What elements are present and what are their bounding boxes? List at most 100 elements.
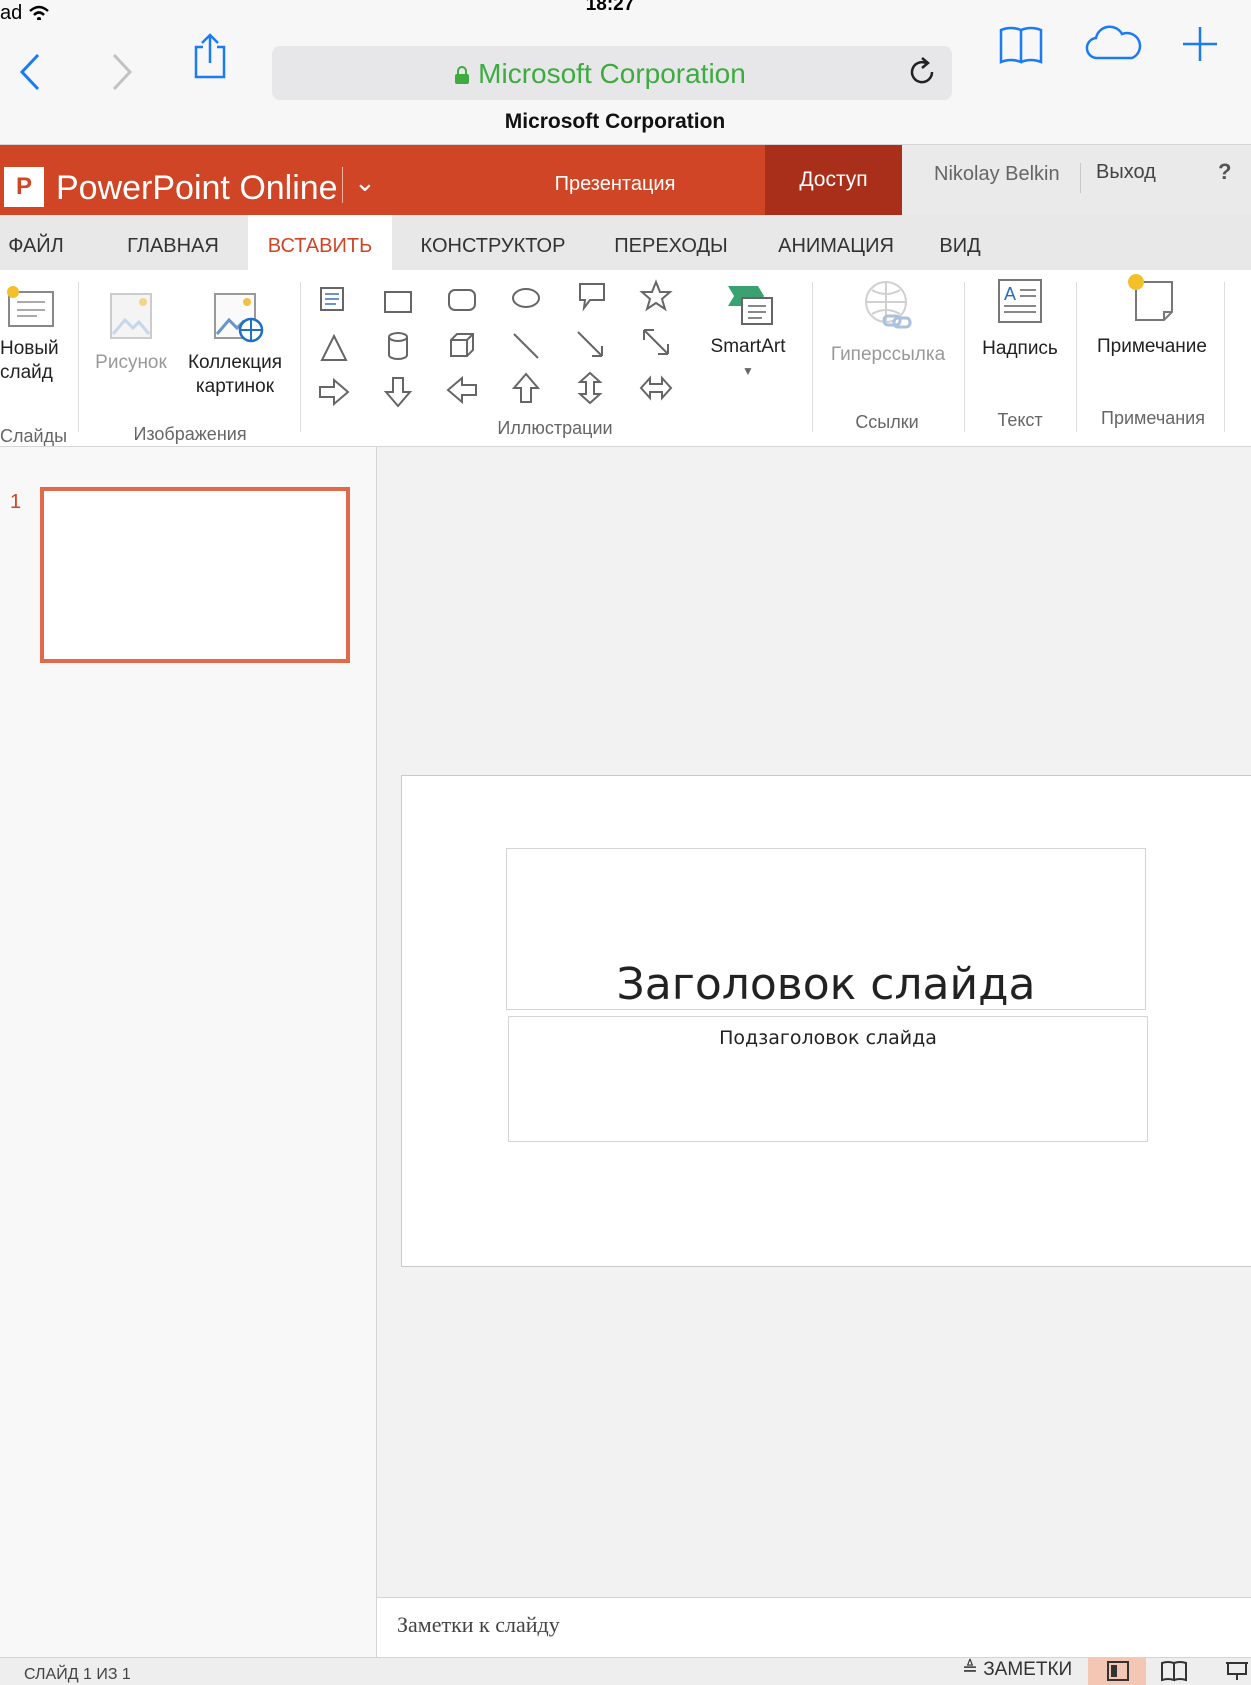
clipart-label: Коллекция картинок [187, 352, 283, 397]
down-arrow-shape-icon[interactable] [380, 374, 416, 410]
cloud-icon[interactable] [1084, 24, 1144, 64]
picture-icon [110, 293, 152, 339]
address-bar[interactable]: Microsoft Corporation [272, 46, 952, 100]
divider [964, 282, 965, 432]
left-right-arrow-shape-icon[interactable] [638, 370, 674, 406]
notes-toggle-icon: ≜ [962, 1659, 978, 1680]
group-label-text: Текст [997, 410, 1043, 430]
tab-animations[interactable]: АНИМАЦИЯ [770, 215, 902, 270]
oval-shape-icon[interactable] [508, 280, 544, 316]
smartart-dropdown-icon: ▼ [742, 364, 754, 378]
notes-toggle-label: ЗАМЕТКИ [983, 1659, 1073, 1680]
new-slide-label: Новый слайд [0, 338, 59, 383]
group-label-links: Ссылки [855, 412, 919, 432]
smartart-label: SmartArt [710, 336, 786, 357]
group-label-illustrations: Иллюстрации [497, 418, 613, 438]
double-arrow-line-shape-icon[interactable] [638, 324, 674, 360]
group-label-images: Изображения [133, 424, 247, 444]
new-slide-button[interactable]: Новый слайд [0, 284, 60, 385]
divider [342, 167, 343, 203]
rounded-rectangle-shape-icon[interactable] [444, 282, 480, 318]
left-arrow-shape-icon[interactable] [444, 372, 480, 408]
browser-toolbar: Microsoft Corporation [0, 20, 1251, 100]
insert-picture-button[interactable]: Рисунок [88, 290, 174, 375]
notes-pane[interactable]: Заметки к слайду [377, 1597, 1251, 1658]
line-shape-icon[interactable] [508, 328, 544, 364]
group-label-comments: Примечания [1101, 408, 1205, 428]
forward-button[interactable] [100, 50, 144, 94]
ribbon-tabs: ФАЙЛ ГЛАВНАЯ ВСТАВИТЬ КОНСТРУКТОР ПЕРЕХО… [0, 215, 1251, 270]
reload-icon[interactable] [908, 56, 938, 88]
smartart-icon [728, 286, 773, 325]
rectangle-shape-icon[interactable] [380, 284, 416, 320]
help-button[interactable]: ? [1218, 159, 1231, 185]
textbox-label: Надпись [982, 338, 1058, 359]
clipart-button[interactable]: Коллекция картинок [180, 290, 290, 399]
group-label-slides: Слайды [0, 426, 68, 446]
logout-link[interactable]: Выход [1096, 161, 1156, 184]
tab-transitions[interactable]: ПЕРЕХОДЫ [604, 215, 738, 270]
smartart-button[interactable]: SmartArt ▼ [700, 280, 796, 383]
tab-home[interactable]: ГЛАВНАЯ [108, 215, 238, 270]
tab-insert[interactable]: ВСТАВИТЬ [248, 215, 392, 270]
subtitle-placeholder[interactable]: Подзаголовок слайда [508, 1016, 1148, 1142]
back-button[interactable] [8, 50, 52, 94]
normal-view-button[interactable] [1088, 1658, 1146, 1685]
slides-pane: 1 [0, 447, 377, 1657]
slideshow-icon[interactable] [1224, 1660, 1250, 1682]
share-button[interactable] [188, 33, 232, 79]
textbox-icon: A [998, 279, 1042, 323]
url-text: Microsoft Corporation [478, 58, 746, 89]
title-placeholder[interactable]: Заголовок слайда [506, 848, 1146, 1010]
hyperlink-button[interactable]: Гиперссылка [818, 278, 958, 367]
triangle-shape-icon[interactable] [316, 330, 352, 366]
comment-label: Примечание [1097, 336, 1207, 357]
bookmarks-icon[interactable] [998, 24, 1044, 66]
svg-text:A: A [1004, 284, 1016, 304]
divider [1224, 282, 1225, 432]
star-shape-icon[interactable] [638, 278, 674, 314]
status-bar: СЛАЙД 1 ИЗ 1 ≜ ЗАМЕТКИ [0, 1657, 1251, 1685]
tab-design[interactable]: КОНСТРУКТОР [412, 215, 574, 270]
slide[interactable]: Заголовок слайда Подзаголовок слайда [401, 775, 1251, 1267]
slide-title: Заголовок слайда [616, 959, 1036, 1010]
picture-label: Рисунок [95, 352, 167, 373]
callout-shape-icon[interactable] [574, 278, 610, 314]
up-arrow-shape-icon[interactable] [508, 370, 544, 406]
hyperlink-globe-icon [865, 281, 912, 329]
chevron-left-icon [19, 53, 40, 91]
notes-toggle-button[interactable]: ≜ ЗАМЕТКИ [962, 1658, 1072, 1681]
clipart-icon [214, 293, 264, 343]
reading-view-icon[interactable] [1160, 1660, 1188, 1682]
app-header: P PowerPoint Online ⌄ Презентация Доступ… [0, 145, 1251, 215]
tab-view[interactable]: ВИД [930, 215, 990, 270]
slide-thumbnail-number: 1 [10, 491, 22, 513]
slide-canvas: Заголовок слайда Подзаголовок слайда [377, 447, 1251, 1597]
tab-file[interactable]: ФАЙЛ [0, 215, 72, 270]
textbox-shape-icon[interactable] [314, 282, 350, 318]
comment-icon [1128, 274, 1173, 321]
share-icon [194, 33, 226, 79]
new-slide-icon [7, 286, 54, 327]
page-title: Microsoft Corporation [504, 110, 726, 133]
divider [812, 282, 813, 432]
cylinder-shape-icon[interactable] [380, 328, 416, 364]
notes-placeholder: Заметки к слайду [397, 1612, 560, 1637]
cube-shape-icon[interactable] [444, 328, 480, 364]
up-down-arrow-shape-icon[interactable] [572, 370, 608, 406]
insert-comment-button[interactable]: Примечание [1084, 270, 1220, 359]
new-tab-icon[interactable] [1180, 24, 1220, 64]
right-arrow-shape-icon[interactable] [316, 374, 352, 410]
user-area: Nikolay Belkin Выход ? [902, 145, 1251, 215]
user-name[interactable]: Nikolay Belkin [934, 163, 1060, 186]
app-menu-chevron-icon[interactable]: ⌄ [354, 167, 376, 198]
hyperlink-label: Гиперссылка [830, 344, 946, 365]
app-name: PowerPoint Online [56, 169, 338, 207]
slide-thumbnail[interactable] [40, 487, 350, 663]
insert-textbox-button[interactable]: A Надпись [970, 274, 1070, 361]
divider [78, 282, 79, 432]
presentation-title[interactable]: Презентация [520, 173, 710, 196]
share-access-button[interactable]: Доступ [765, 145, 902, 215]
arrow-line-shape-icon[interactable] [572, 326, 608, 362]
divider [1080, 163, 1081, 193]
